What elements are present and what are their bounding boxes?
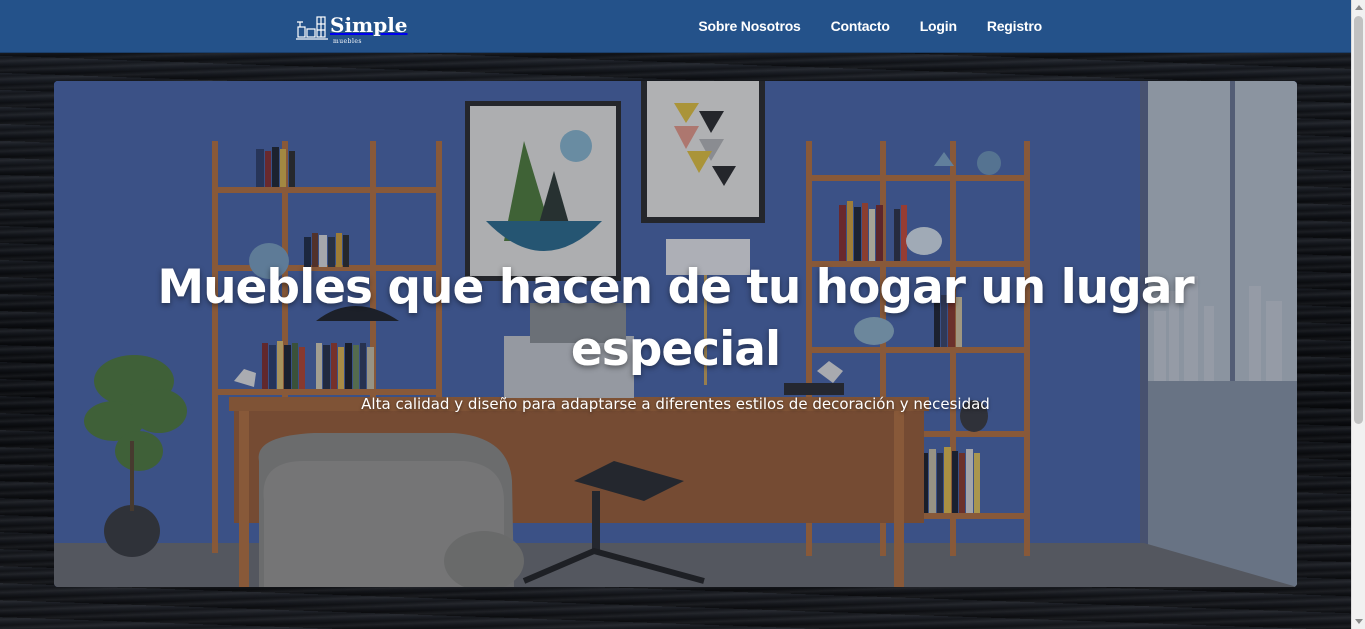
nav-link-login[interactable]: Login <box>920 18 957 34</box>
scroll-down-arrow-icon[interactable] <box>1355 619 1363 624</box>
brand-logo[interactable]: Simple muebles <box>296 12 408 45</box>
nav-link-registro[interactable]: Registro <box>987 18 1042 34</box>
page-scrollbar[interactable] <box>1351 0 1365 629</box>
scroll-thumb[interactable] <box>1354 16 1363 424</box>
brand-tagline: muebles <box>333 38 362 45</box>
hero-title-line2: especial <box>570 322 781 377</box>
nav-link-contacto[interactable]: Contacto <box>831 18 890 34</box>
furniture-logo-icon <box>296 16 328 40</box>
brand-name: Simple <box>330 13 408 37</box>
nav-link-sobre-nosotros[interactable]: Sobre Nosotros <box>698 18 800 34</box>
hero-title: Muebles que hacen de tu hogar un lugar e… <box>54 257 1297 381</box>
hero-subtitle: Alta calidad y diseño para adaptarse a d… <box>361 395 990 413</box>
navbar: Simple muebles Sobre Nosotros Contacto L… <box>0 0 1352 53</box>
scroll-up-arrow-icon[interactable] <box>1355 5 1363 10</box>
hero-title-line1: Muebles que hacen de tu hogar un lugar <box>157 260 1194 315</box>
hero-banner: Muebles que hacen de tu hogar un lugar e… <box>54 81 1297 587</box>
main-nav: Sobre Nosotros Contacto Login Registro <box>698 0 1042 52</box>
